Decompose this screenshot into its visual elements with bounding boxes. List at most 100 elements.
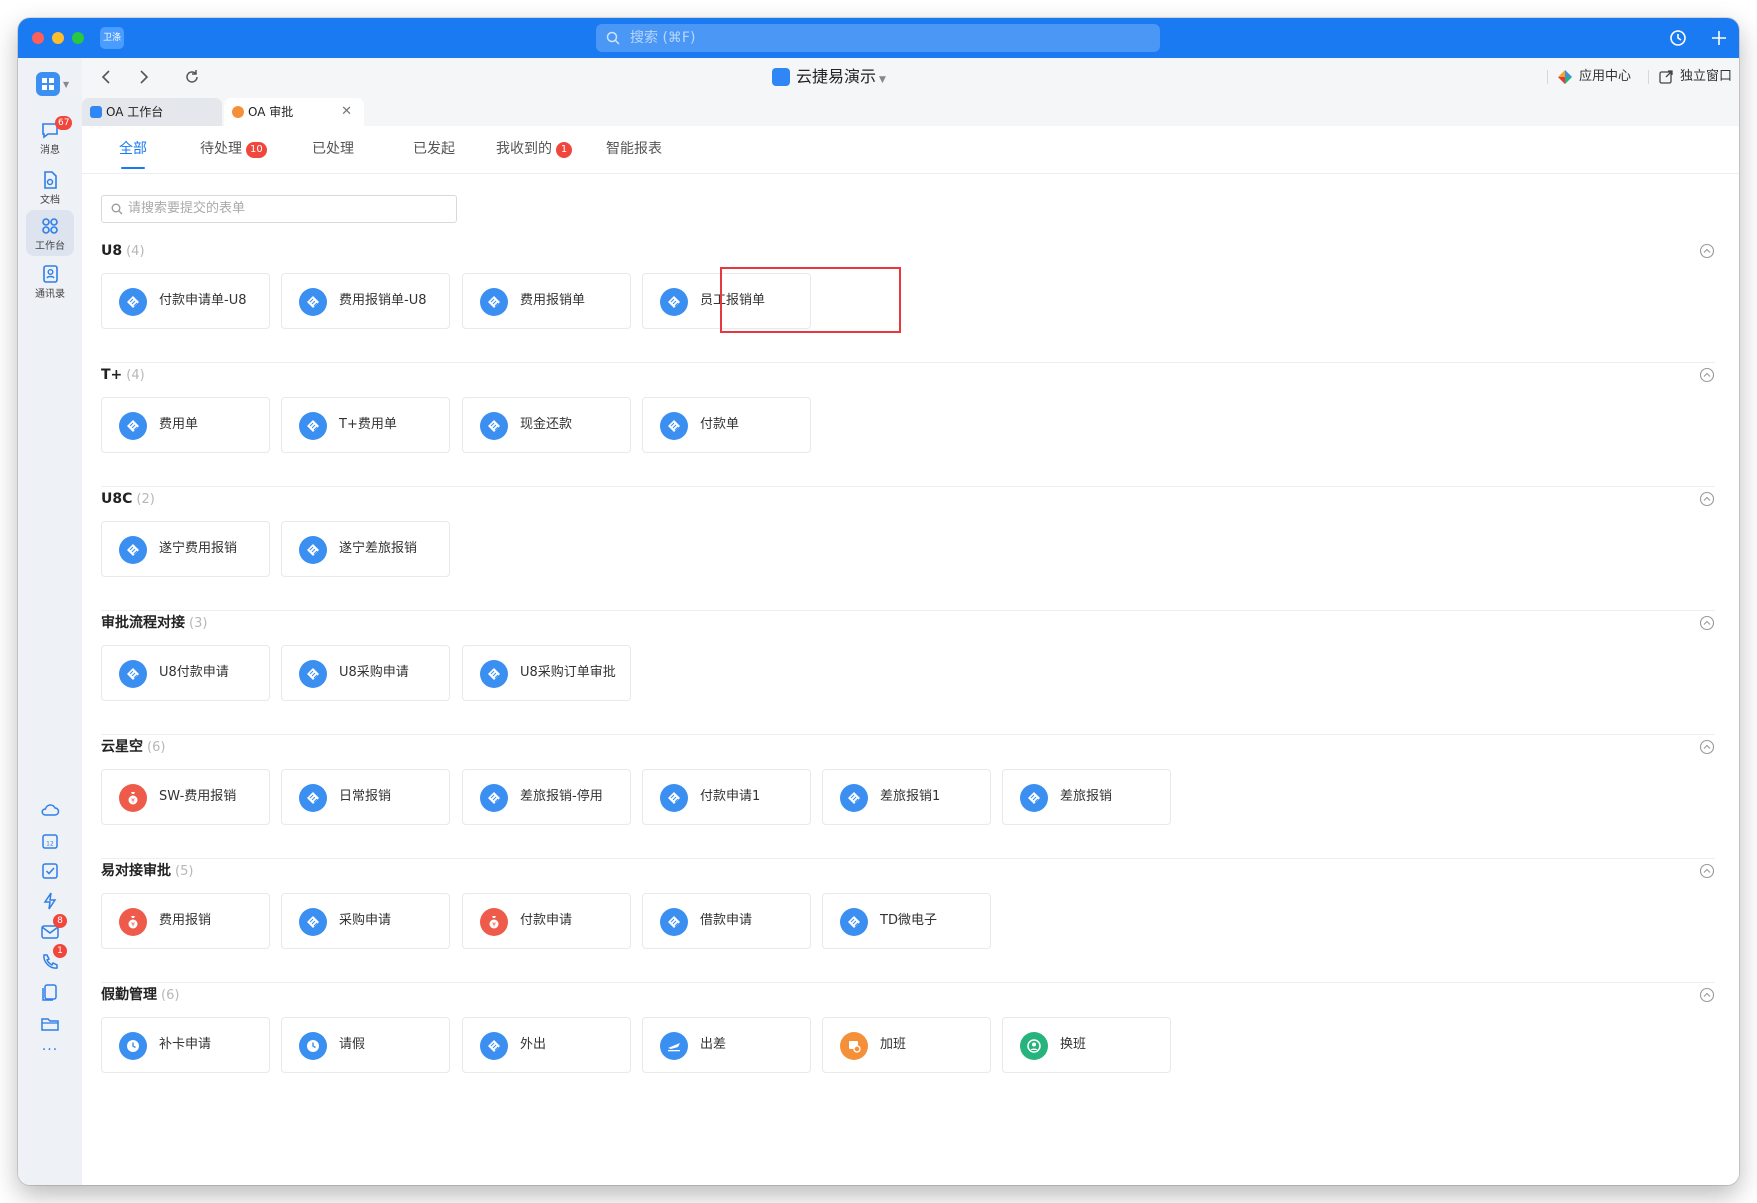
section-count: (4) [126,244,145,259]
form-card[interactable]: 出差 [642,1017,811,1073]
form-icon [119,288,147,316]
form-card[interactable]: 差旅报销1 [822,769,991,825]
form-card[interactable]: U8付款申请 [101,645,270,701]
chevron-down-icon: ▼ [879,75,886,85]
collapse-icon[interactable] [1699,863,1715,879]
subtab-pending[interactable]: 待处理 10 [200,139,267,159]
form-card[interactable]: 费用报销单-U8 [281,273,450,329]
form-card[interactable]: 费用单 [101,397,270,453]
form-card[interactable]: 差旅报销 [1002,769,1171,825]
app-window: 卫涤 搜索 (⌘F) ▼ 消息 67 文档 工作台 通讯录 12 8 1 ···… [18,18,1739,1185]
standalone-window-button[interactable]: 独立窗口 [1658,69,1732,85]
open-window-icon [1659,70,1673,84]
subtab-received[interactable]: 我收到的 1 [496,139,572,159]
form-search-input[interactable]: 请搜索要提交的表单 [101,195,457,223]
form-card[interactable]: 采购申请 [281,893,450,949]
collapse-icon[interactable] [1699,243,1715,259]
form-section: T+ (4) 费用单 T+费用单 现金还款 付款单 [101,365,1715,489]
collapse-icon[interactable] [1699,367,1715,383]
form-card[interactable]: 遂宁费用报销 [101,521,270,577]
subtab-processed[interactable]: 已处理 [312,139,354,159]
form-card[interactable]: 请假 [281,1017,450,1073]
history-icon[interactable] [1667,27,1689,49]
collapse-icon[interactable] [1699,615,1715,631]
back-icon[interactable] [98,68,116,86]
subtab-all[interactable]: 全部 [119,139,147,169]
form-name: 日常报销 [339,789,392,804]
workspace-name: 云捷易演示 [796,67,877,86]
sidebar-item-contacts[interactable]: 通讯录 [26,258,74,304]
form-card[interactable]: ¥ SW-费用报销 [101,769,270,825]
form-card[interactable]: 换班 [1002,1017,1171,1073]
form-icon [299,536,327,564]
form-icon [840,908,868,936]
form-card[interactable]: 日常报销 [281,769,450,825]
form-card[interactable]: 付款申请1 [642,769,811,825]
subtab-initiated[interactable]: 已发起 [413,139,455,159]
close-tab-icon[interactable]: ✕ [341,98,352,126]
collapse-icon[interactable] [1699,739,1715,755]
forward-icon[interactable] [134,68,152,86]
form-card[interactable]: ¥ 费用报销 [101,893,270,949]
form-card[interactable]: 费用报销单 [462,273,631,329]
form-card[interactable]: ¥ 付款申请 [462,893,631,949]
workspace-title[interactable]: 云捷易演示 ▼ [772,67,886,87]
form-name: U8采购订单审批 [520,665,616,680]
tab-oa-workbench[interactable]: OA 工作台 [82,98,222,126]
form-card[interactable]: U8采购申请 [281,645,450,701]
form-section: U8 (4) 付款申请单-U8 费用报销单-U8 费用报销单 员工报销单 [101,241,1715,365]
form-card[interactable]: T+费用单 [281,397,450,453]
form-card[interactable]: 现金还款 [462,397,631,453]
form-icon [660,1032,688,1060]
form-card[interactable]: U8采购订单审批 [462,645,631,701]
sidebar-item-documents[interactable]: 文档 [26,164,74,210]
svg-text:¥: ¥ [131,798,135,805]
section-count: (4) [126,368,145,383]
global-search-input[interactable]: 搜索 (⌘F) [596,24,1160,52]
subtab-smart-report[interactable]: 智能报表 [606,139,662,159]
refresh-icon[interactable] [183,68,201,86]
tab-oa-approval[interactable]: OA 审批 ✕ [224,98,364,126]
task-check-icon[interactable] [39,860,61,882]
app-center-button[interactable]: 应用中心 [1557,69,1631,85]
form-name: TD微电子 [880,913,937,928]
folder-icon[interactable] [39,1012,61,1034]
lightning-icon[interactable] [39,890,61,912]
form-card[interactable]: 付款单 [642,397,811,453]
files-icon[interactable] [39,982,61,1004]
global-search-placeholder: 搜索 (⌘F) [630,30,696,46]
section-title: T+ (4) [101,365,145,386]
sidebar-item-messages[interactable]: 消息 67 [26,114,74,160]
cloud-icon[interactable] [39,799,61,821]
subtab-label: 已发起 [413,141,455,157]
sidebar-item-label: 工作台 [35,241,65,252]
nav-bar: 云捷易演示 ▼ 应用中心 独立窗口 [82,58,1739,96]
form-icon [299,1032,327,1060]
form-card[interactable]: 差旅报销-停用 [462,769,631,825]
zoom-window-button[interactable] [72,32,84,44]
form-card[interactable]: 借款申请 [642,893,811,949]
close-window-button[interactable] [32,32,44,44]
form-icon [480,660,508,688]
form-card[interactable]: 加班 [822,1017,991,1073]
minimize-window-button[interactable] [52,32,64,44]
form-icon [299,660,327,688]
form-card[interactable]: TD微电子 [822,893,991,949]
form-card[interactable]: 外出 [462,1017,631,1073]
add-icon[interactable] [1708,27,1730,49]
form-card[interactable]: 付款申请单-U8 [101,273,270,329]
svg-text:¥: ¥ [492,922,496,929]
calendar-icon[interactable]: 12 [39,830,61,852]
sidebar-item-workbench[interactable]: 工作台 [26,210,74,256]
workspace-switcher-icon[interactable] [36,72,60,96]
collapse-icon[interactable] [1699,987,1715,1003]
sidebar-item-label: 通讯录 [35,289,65,300]
subtab-label: 全部 [119,141,147,157]
more-icon[interactable]: ··· [39,1042,61,1064]
form-icon [299,288,327,316]
form-card[interactable]: 补卡申请 [101,1017,270,1073]
form-name: 遂宁差旅报销 [339,541,418,556]
collapse-icon[interactable] [1699,491,1715,507]
form-card[interactable]: 遂宁差旅报销 [281,521,450,577]
form-name: 付款单 [700,417,740,432]
